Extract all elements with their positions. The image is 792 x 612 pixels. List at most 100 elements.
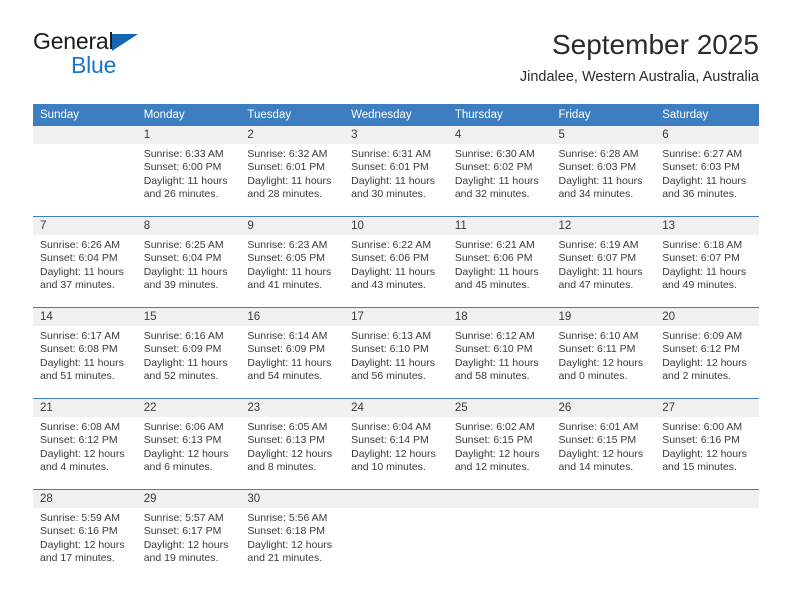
day-number: 3 [344, 126, 448, 144]
calendar-day-cell[interactable]: 24 Sunrise: 6:04 AM Sunset: 6:14 PM Dayligh… [344, 398, 448, 490]
sunset-time: Sunset: 6:04 PM [40, 252, 118, 265]
day-number: 22 [136, 399, 241, 417]
sunset-time: Sunset: 6:07 PM [662, 252, 740, 265]
daylight-duration-line1: Daylight: 11 hours [143, 174, 228, 187]
sunrise-time: Sunrise: 6:02 AM [454, 421, 535, 433]
calendar-day-cell[interactable]: 26 Sunrise: 6:01 AM Sunset: 6:15 PM Dayligh… [551, 398, 656, 490]
weekday-header-wednesday: Wednesday [344, 104, 448, 126]
calendar-day-cell[interactable]: 9 Sunrise: 6:23 AM Sunset: 6:05 PM Daylight… [240, 216, 345, 308]
sunset-time: Sunset: 6:10 PM [351, 343, 429, 356]
calendar-day-cell[interactable]: 14 Sunrise: 6:17 AM Sunset: 6:08 PM Dayligh… [33, 307, 137, 399]
daylight-duration-line2: and 47 minutes. [558, 279, 634, 292]
day-number: 11 [447, 217, 552, 235]
calendar-day-cell[interactable]: 30 Sunrise: 5:56 AM Sunset: 6:18 PM Dayligh… [240, 489, 345, 580]
daylight-duration-line1: Daylight: 11 hours [351, 174, 435, 187]
sunrise-time: Sunrise: 6:01 AM [558, 421, 639, 433]
calendar-day-cell[interactable]: 11 Sunrise: 6:21 AM Sunset: 6:06 PM Dayligh… [447, 216, 552, 308]
sunset-time: Sunset: 6:15 PM [558, 434, 637, 447]
sunset-time: Sunset: 6:18 PM [247, 525, 326, 538]
day-details: Sunrise: 5:59 AM Sunset: 6:16 PM Daylight:… [33, 508, 137, 566]
sunset-time: Sunset: 6:00 PM [143, 161, 222, 174]
sunrise-time: Sunrise: 6:19 AM [558, 239, 639, 251]
day-number: 13 [655, 217, 759, 235]
calendar-day-cell[interactable]: 2 Sunrise: 6:32 AM Sunset: 6:01 PM Daylight… [240, 126, 345, 217]
day-number: 18 [447, 308, 552, 326]
day-details: Sunrise: 6:05 AM Sunset: 6:13 PM Daylight:… [240, 417, 344, 475]
sunset-time: Sunset: 6:06 PM [351, 252, 429, 265]
sunset-time: Sunset: 6:03 PM [558, 161, 637, 174]
calendar-day-cell[interactable]: 25 Sunrise: 6:02 AM Sunset: 6:15 PM Dayligh… [447, 398, 552, 490]
daylight-duration-line1: Daylight: 11 hours [454, 174, 539, 187]
calendar-day-cell[interactable]: 28 Sunrise: 5:59 AM Sunset: 6:16 PM Dayligh… [33, 489, 137, 580]
day-details: Sunrise: 6:26 AM Sunset: 6:04 PM Daylight:… [33, 235, 137, 293]
calendar-week-row: 7 Sunrise: 6:26 AM Sunset: 6:04 PM Daylight… [33, 216, 759, 308]
brand-name-general: General [33, 28, 114, 54]
sunset-time: Sunset: 6:02 PM [454, 161, 533, 174]
triangle-flag-icon [112, 34, 139, 51]
sunset-time: Sunset: 6:16 PM [40, 525, 118, 538]
day-details: Sunrise: 6:25 AM Sunset: 6:04 PM Daylight:… [137, 235, 241, 293]
calendar-day-cell[interactable]: 1 Sunrise: 6:33 AM Sunset: 6:00 PM Daylight… [136, 126, 241, 217]
calendar-day-cell[interactable]: 8 Sunrise: 6:25 AM Sunset: 6:04 PM Daylight… [136, 216, 241, 308]
daylight-duration-line2: and 26 minutes. [143, 188, 219, 201]
daylight-duration-line1: Daylight: 11 hours [40, 265, 124, 278]
day-number [655, 490, 759, 508]
calendar-day-cell[interactable]: 27 Sunrise: 6:00 AM Sunset: 6:16 PM Dayligh… [655, 398, 759, 490]
daylight-duration-line1: Daylight: 11 hours [143, 265, 228, 278]
calendar-day-cell[interactable]: 3 Sunrise: 6:31 AM Sunset: 6:01 PM Daylight… [344, 126, 448, 217]
day-details: Sunrise: 6:14 AM Sunset: 6:09 PM Daylight:… [240, 326, 344, 384]
calendar-day-cell[interactable]: 15 Sunrise: 6:16 AM Sunset: 6:09 PM Dayligh… [136, 307, 241, 399]
calendar-week-row: 28 Sunrise: 5:59 AM Sunset: 6:16 PM Dayligh… [33, 489, 759, 580]
sunset-time: Sunset: 6:13 PM [143, 434, 222, 447]
sunrise-time: Sunrise: 6:31 AM [351, 148, 432, 160]
calendar-day-cell[interactable]: 21 Sunrise: 6:08 AM Sunset: 6:12 PM Dayligh… [33, 398, 137, 490]
calendar-day-cell-empty [551, 489, 656, 580]
day-details: Sunrise: 6:31 AM Sunset: 6:01 PM Daylight:… [344, 144, 448, 202]
calendar-day-cell[interactable]: 5 Sunrise: 6:28 AM Sunset: 6:03 PM Daylight… [551, 126, 656, 217]
day-number [551, 490, 656, 508]
sunrise-time: Sunrise: 6:28 AM [558, 148, 639, 160]
sunset-time: Sunset: 6:06 PM [454, 252, 533, 265]
calendar-day-cell[interactable]: 16 Sunrise: 6:14 AM Sunset: 6:09 PM Dayligh… [240, 307, 345, 399]
day-number: 10 [344, 217, 448, 235]
daylight-duration-line1: Daylight: 12 hours [40, 447, 125, 460]
daylight-duration-line2: and 51 minutes. [40, 370, 115, 383]
calendar-day-cell[interactable]: 23 Sunrise: 6:05 AM Sunset: 6:13 PM Dayligh… [240, 398, 345, 490]
daylight-duration-line1: Daylight: 12 hours [247, 447, 333, 460]
calendar-day-cell[interactable]: 13 Sunrise: 6:18 AM Sunset: 6:07 PM Dayligh… [655, 216, 759, 308]
day-details: Sunrise: 6:33 AM Sunset: 6:00 PM Daylight:… [137, 144, 241, 202]
sunrise-time: Sunrise: 6:17 AM [40, 330, 120, 342]
day-details: Sunrise: 6:00 AM Sunset: 6:16 PM Daylight:… [655, 417, 759, 475]
daylight-duration-line2: and 41 minutes. [247, 279, 323, 292]
calendar-day-cell[interactable]: 12 Sunrise: 6:19 AM Sunset: 6:07 PM Dayligh… [551, 216, 656, 308]
day-number: 28 [33, 490, 137, 508]
calendar-day-cell[interactable]: 20 Sunrise: 6:09 AM Sunset: 6:12 PM Dayligh… [655, 307, 759, 399]
calendar-day-cell[interactable]: 17 Sunrise: 6:13 AM Sunset: 6:10 PM Dayligh… [344, 307, 448, 399]
day-number: 2 [240, 126, 345, 144]
sunset-time: Sunset: 6:07 PM [558, 252, 637, 265]
calendar-day-cell[interactable]: 19 Sunrise: 6:10 AM Sunset: 6:11 PM Dayligh… [551, 307, 656, 399]
calendar-day-cell[interactable]: 18 Sunrise: 6:12 AM Sunset: 6:10 PM Dayligh… [447, 307, 552, 399]
sunset-time: Sunset: 6:09 PM [143, 343, 222, 356]
calendar-day-cell[interactable]: 10 Sunrise: 6:22 AM Sunset: 6:06 PM Dayligh… [344, 216, 448, 308]
brand-logo[interactable]: General Blue [33, 28, 293, 88]
calendar-day-cell[interactable]: 22 Sunrise: 6:06 AM Sunset: 6:13 PM Dayligh… [136, 398, 241, 490]
daylight-duration-line1: Daylight: 12 hours [662, 447, 747, 460]
day-details: Sunrise: 6:30 AM Sunset: 6:02 PM Daylight:… [448, 144, 552, 202]
calendar-day-cell[interactable]: 4 Sunrise: 6:30 AM Sunset: 6:02 PM Daylight… [447, 126, 552, 217]
calendar-day-cell[interactable]: 7 Sunrise: 6:26 AM Sunset: 6:04 PM Daylight… [33, 216, 137, 308]
sunset-time: Sunset: 6:01 PM [247, 161, 326, 174]
sunrise-time: Sunrise: 6:08 AM [40, 421, 120, 433]
weekday-header-thursday: Thursday [447, 104, 552, 126]
day-details: Sunrise: 6:06 AM Sunset: 6:13 PM Daylight:… [137, 417, 241, 475]
daylight-duration-line1: Daylight: 11 hours [247, 174, 332, 187]
day-number: 7 [33, 217, 137, 235]
daylight-duration-line2: and 14 minutes. [558, 461, 634, 474]
daylight-duration-line2: and 2 minutes. [662, 370, 732, 383]
sunset-time: Sunset: 6:11 PM [558, 343, 636, 356]
sunset-time: Sunset: 6:01 PM [351, 161, 429, 174]
calendar-day-cell[interactable]: 6 Sunrise: 6:27 AM Sunset: 6:03 PM Daylight… [655, 126, 759, 217]
calendar-day-cell[interactable]: 29 Sunrise: 5:57 AM Sunset: 6:17 PM Dayligh… [136, 489, 241, 580]
daylight-duration-line1: Daylight: 11 hours [558, 265, 643, 278]
sunrise-time: Sunrise: 6:09 AM [662, 330, 743, 342]
